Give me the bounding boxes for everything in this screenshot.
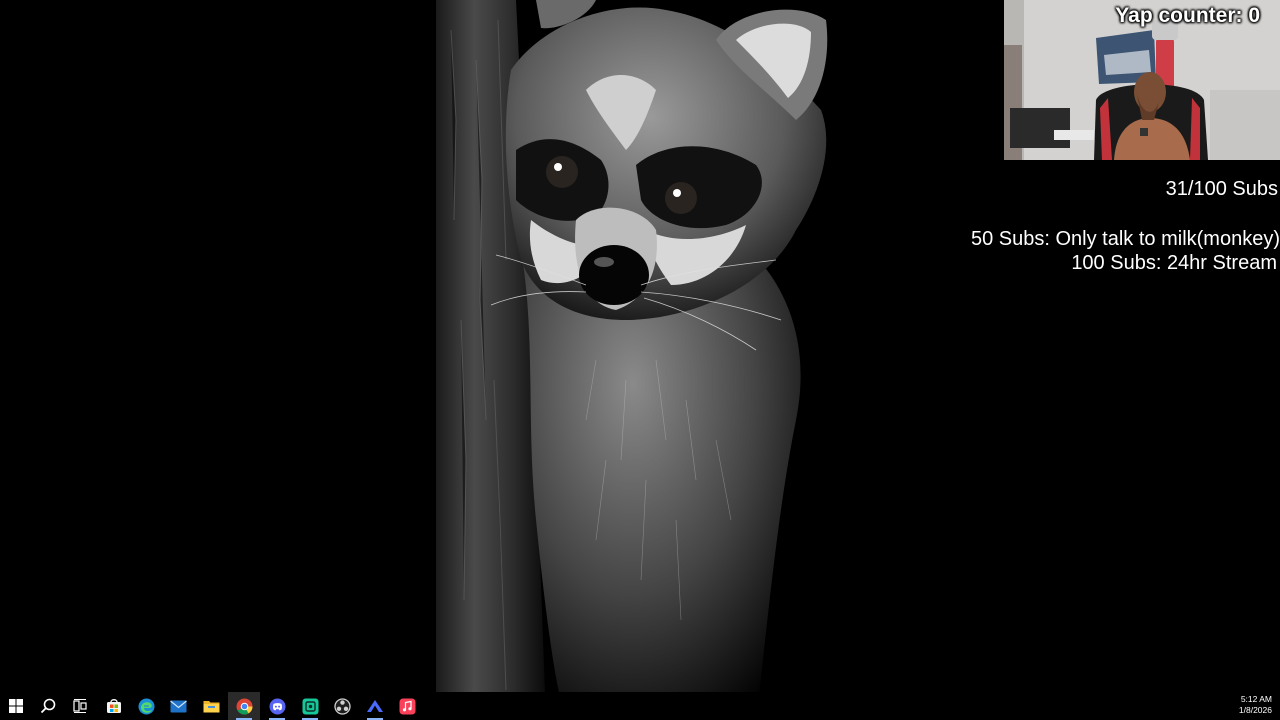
yap-counter: Yap counter: 0 — [1115, 4, 1260, 27]
folder-icon — [203, 701, 219, 713]
clock-time: 5:12 AM — [1240, 694, 1272, 704]
wallpaper-raccoon-image — [436, 0, 856, 720]
sub-goal-2-text: 100 Subs: 24hr Stream — [1071, 252, 1277, 274]
obs-icon — [333, 697, 351, 715]
taskbar-mail[interactable] — [162, 692, 194, 720]
chrome-icon — [236, 698, 252, 714]
edge-icon — [138, 698, 154, 714]
search-button[interactable] — [32, 692, 64, 720]
blue-chevron-app-icon — [367, 700, 383, 712]
taskbar-clock[interactable]: 5:12 AM 1/8/2026 — [1239, 694, 1272, 716]
taskbar-file-explorer[interactable] — [195, 692, 227, 720]
webcam-overlay: Yap counter: 0 — [1004, 0, 1280, 160]
store-icon — [107, 699, 121, 713]
taskbar-chrome[interactable] — [228, 692, 260, 720]
taskbar-microsoft-store[interactable] — [98, 692, 130, 720]
music-icon — [399, 698, 415, 714]
green-app-icon — [302, 698, 318, 714]
taskbar-blue-app[interactable] — [359, 692, 391, 720]
discord-icon — [269, 698, 285, 714]
taskbar: 5:12 AM 1/8/2026 — [0, 692, 1280, 720]
taskbar-green-app[interactable] — [294, 692, 326, 720]
search-icon — [40, 698, 56, 714]
mail-icon — [169, 700, 187, 712]
desktop: Yap counter: 0 31/100 Subs 50 Subs: Only… — [0, 0, 1280, 720]
task-view-icon — [73, 699, 87, 713]
windows-logo-icon — [9, 699, 23, 713]
taskbar-discord[interactable] — [261, 692, 293, 720]
clock-date: 1/8/2026 — [1238, 705, 1272, 715]
taskbar-obs[interactable] — [326, 692, 358, 720]
subs-progress-text: 31/100 Subs — [1165, 178, 1278, 200]
taskbar-itunes[interactable] — [391, 692, 423, 720]
start-button[interactable] — [0, 692, 32, 720]
task-view-button[interactable] — [64, 692, 96, 720]
sub-goal-1-text: 50 Subs: Only talk to milk(monkey) — [971, 228, 1280, 250]
taskbar-edge[interactable] — [130, 692, 162, 720]
